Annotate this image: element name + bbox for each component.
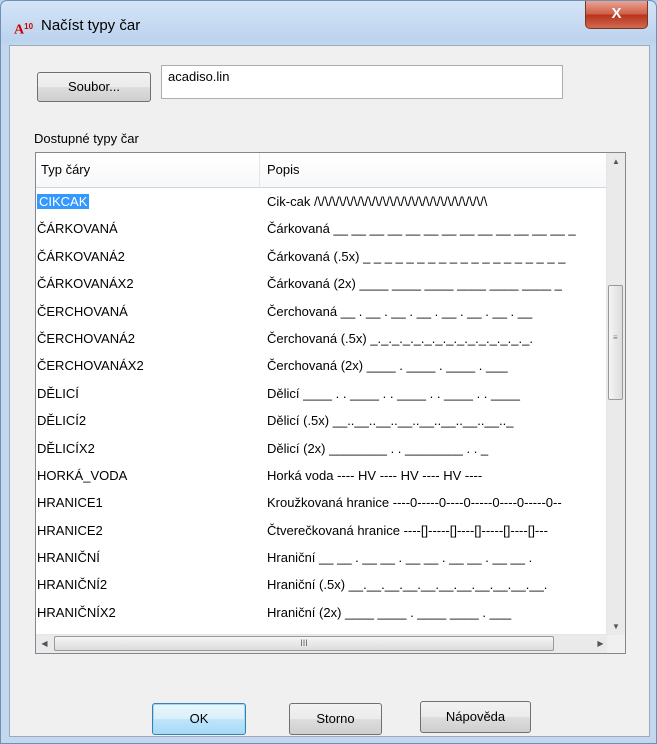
linetype-description: Dělicí (.5x) __..__..__..__..__..__..__.… bbox=[267, 413, 514, 429]
linetype-name: HRANIČNÍX2 bbox=[37, 599, 259, 626]
linetype-description: Hraniční (.5x) __.__.__.__.__.__.__.__._… bbox=[267, 577, 548, 593]
linetype-name-text: HRANICE1 bbox=[37, 495, 103, 511]
list-item[interactable]: ČÁRKOVANÁ Čárkovaná __ __ __ __ __ __ __ … bbox=[36, 215, 609, 242]
linetype-name-text: HORKÁ_VODA bbox=[37, 467, 128, 483]
linetype-name-text: HRANIČNÍX2 bbox=[37, 604, 116, 620]
list-header: Typ čáry Popis bbox=[36, 153, 609, 188]
linetype-name-text: DĚLICÍ bbox=[37, 385, 79, 401]
linetype-description: Horká voda ---- HV ---- HV ---- HV ---- bbox=[267, 467, 483, 483]
dialog-client-area: Soubor... acadiso.lin Dostupné typy čar … bbox=[9, 45, 650, 737]
list-item[interactable]: HRANIČNÍ2 Hraniční (.5x) __.__.__.__.__._… bbox=[36, 571, 609, 598]
linetype-name: HRANICE1 bbox=[37, 489, 259, 516]
linetype-description: Cik-cak /\/\/\/\/\/\/\/\/\/\/\/\/\/\/\/\… bbox=[267, 194, 488, 209]
linetype-name: ČERCHOVANÁ2 bbox=[37, 325, 259, 352]
grip-icon: ≡ bbox=[613, 333, 618, 342]
linetype-description: Hraniční __ __ . __ __ . __ __ . __ __ .… bbox=[267, 550, 533, 566]
close-button[interactable]: X bbox=[585, 1, 648, 29]
linetype-name-text: ČERCHOVANÁ2 bbox=[37, 330, 136, 346]
linetype-description: Čárkovaná (.5x) _ _ _ _ _ _ _ _ _ _ _ _ … bbox=[267, 248, 566, 264]
linetype-name-text: DĚLICÍ2 bbox=[37, 413, 87, 429]
linetype-name: ČERCHOVANÁ bbox=[37, 298, 259, 325]
list-item[interactable]: ČERCHOVANÁX2 Čerchovaná (2x) ____ . ____ … bbox=[36, 352, 609, 379]
linetype-name: ČÁRKOVANÁ bbox=[37, 215, 259, 242]
linetype-name: CIKCAK bbox=[37, 188, 259, 215]
linetype-name-text: ČÁRKOVANÁ bbox=[37, 221, 118, 237]
linetype-name: HRANIČNÍ2 bbox=[37, 571, 259, 598]
linetype-description: Dělicí ____ . . ____ . . ____ . . ____ .… bbox=[267, 385, 520, 401]
linetype-description: Hraniční (2x) ____ ____ . ____ ____ . __… bbox=[267, 604, 512, 620]
title-bar[interactable]: A10 Načíst typy čar X bbox=[1, 1, 656, 45]
list-item[interactable]: HRANIČNÍX2 Hraniční (2x) ____ ____ . ____… bbox=[36, 599, 609, 626]
ok-button[interactable]: OK bbox=[152, 703, 246, 735]
column-header-description[interactable]: Popis bbox=[260, 153, 609, 187]
vertical-scrollbar[interactable]: ▲ ≡ ▼ bbox=[606, 153, 625, 635]
linetype-name: DĚLICÍX2 bbox=[37, 435, 259, 462]
linetype-description: Dělicí (2x) ________ . . ________ . . _ bbox=[267, 440, 489, 456]
list-item[interactable]: HRANIČNÍ Hraniční __ __ . __ __ . __ __ .… bbox=[36, 544, 609, 571]
linetype-name: ČÁRKOVANÁ2 bbox=[37, 243, 259, 270]
scroll-left-icon[interactable]: ◀ bbox=[36, 635, 53, 653]
linetype-name: DĚLICÍ2 bbox=[37, 407, 259, 434]
list-item[interactable]: HRANICE2 Čtverečkovaná hranice ----[]----… bbox=[36, 517, 609, 544]
linetype-name-text: ČERCHOVANÁX2 bbox=[37, 358, 144, 374]
linetype-name-text: HRANIČNÍ bbox=[37, 550, 100, 566]
linetype-name-text: ČERCHOVANÁ bbox=[37, 303, 128, 319]
available-linetypes-label: Dostupné typy čar bbox=[34, 131, 139, 146]
linetype-name-text: DĚLICÍX2 bbox=[37, 440, 95, 456]
scroll-down-icon[interactable]: ▼ bbox=[607, 618, 625, 635]
list-item[interactable]: ČÁRKOVANÁX2 Čárkovaná (2x) ____ ____ ____… bbox=[36, 270, 609, 297]
cancel-button[interactable]: Storno bbox=[289, 703, 382, 735]
linetype-name: HRANIČNÍ bbox=[37, 544, 259, 571]
linetype-name: ČÁRKOVANÁX2 bbox=[37, 270, 259, 297]
linetype-name-text: ČÁRKOVANÁ2 bbox=[37, 248, 125, 264]
list-item[interactable]: DĚLICÍX2 Dělicí (2x) ________ . . _______… bbox=[36, 435, 609, 462]
linetype-description: Čerchovaná __ . __ . __ . __ . __ . __ .… bbox=[267, 303, 533, 319]
linetype-description: Čerchovaná (.5x) _._._._._._._._._._._._… bbox=[267, 330, 533, 346]
column-header-linetype[interactable]: Typ čáry bbox=[36, 153, 260, 187]
linetype-name: HORKÁ_VODA bbox=[37, 462, 259, 489]
scroll-up-icon[interactable]: ▲ bbox=[607, 153, 625, 170]
horizontal-scroll-thumb[interactable]: III bbox=[54, 636, 554, 651]
linetype-description: Čtverečkovaná hranice ----[]-----[]----[… bbox=[267, 522, 548, 538]
file-name-field[interactable]: acadiso.lin bbox=[161, 65, 563, 99]
list-item[interactable]: ČÁRKOVANÁ2 Čárkovaná (.5x) _ _ _ _ _ _ _ … bbox=[36, 243, 609, 270]
vertical-scroll-thumb[interactable]: ≡ bbox=[608, 285, 623, 400]
linetype-name: HRANICE2 bbox=[37, 517, 259, 544]
linetype-name-text: CIKCAK bbox=[37, 194, 90, 209]
autocad-app-icon: A10 bbox=[14, 22, 34, 38]
list-item[interactable]: ČERCHOVANÁ2 Čerchovaná (.5x) _._._._._._.… bbox=[36, 325, 609, 352]
linetype-description: Čerchovaná (2x) ____ . ____ . ____ . ___ bbox=[267, 358, 508, 374]
window-title: Načíst typy čar bbox=[41, 17, 141, 34]
list-item[interactable]: HRANICE1 Kroužkovaná hranice ----0-----0-… bbox=[36, 489, 609, 516]
list-rows: CIKCAK Cik-cak /\/\/\/\/\/\/\/\/\/\/\/\/\… bbox=[36, 188, 609, 626]
list-item[interactable]: DĚLICÍ Dělicí ____ . . ____ . . ____ . . … bbox=[36, 380, 609, 407]
list-item[interactable]: CIKCAK Cik-cak /\/\/\/\/\/\/\/\/\/\/\/\/\… bbox=[36, 188, 609, 215]
linetype-name-text: HRANICE2 bbox=[37, 522, 103, 538]
help-button[interactable]: Nápověda bbox=[420, 701, 531, 733]
scrollbar-corner bbox=[607, 635, 625, 653]
list-item[interactable]: DĚLICÍ2 Dělicí (.5x) __..__..__..__..__..… bbox=[36, 407, 609, 434]
list-item[interactable]: ČERCHOVANÁ Čerchovaná __ . __ . __ . __ .… bbox=[36, 298, 609, 325]
linetype-list[interactable]: Typ čáry Popis CIKCAK Cik-cak /\/\/\/\/\/… bbox=[35, 152, 626, 654]
linetype-name-text: ČÁRKOVANÁX2 bbox=[37, 276, 134, 292]
linetype-description: Čárkovaná (2x) ____ ____ ____ ____ ____ … bbox=[267, 276, 562, 292]
linetype-description: Čárkovaná __ __ __ __ __ __ __ __ __ __ … bbox=[267, 221, 576, 237]
horizontal-scrollbar[interactable]: ◀ III ▶ bbox=[36, 634, 609, 653]
linetype-name: ČERCHOVANÁX2 bbox=[37, 352, 259, 379]
file-button[interactable]: Soubor... bbox=[37, 72, 151, 102]
linetype-name: DĚLICÍ bbox=[37, 380, 259, 407]
linetype-name-text: HRANIČNÍ2 bbox=[37, 577, 108, 593]
load-linetypes-dialog: A10 Načíst typy čar X Soubor... acadiso.… bbox=[0, 0, 657, 744]
list-item[interactable]: HORKÁ_VODA Horká voda ---- HV ---- HV ---… bbox=[36, 462, 609, 489]
linetype-description: Kroužkovaná hranice ----0-----0----0----… bbox=[267, 495, 562, 511]
